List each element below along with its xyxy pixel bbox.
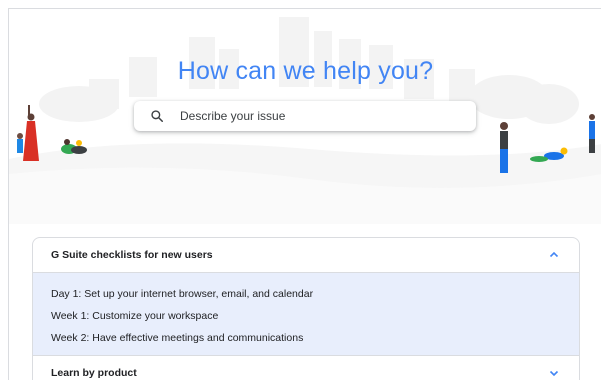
search-icon [151, 110, 164, 123]
help-center-page: How can we help you? Describe your issue… [8, 8, 601, 380]
section-header-learn-by-product[interactable]: Learn by product [33, 356, 579, 380]
hero-banner: How can we help you? Describe your issue [9, 9, 601, 224]
chevron-up-icon[interactable] [549, 250, 559, 260]
search-box[interactable]: Describe your issue [134, 101, 476, 131]
checklist-items: Day 1: Set up your internet browser, ema… [33, 272, 579, 356]
search-input[interactable]: Describe your issue [180, 109, 285, 123]
page-title: How can we help you? [177, 57, 434, 85]
chevron-down-icon[interactable] [549, 368, 559, 378]
checklist-item-week2[interactable]: Week 2: Have effective meetings and comm… [51, 332, 303, 344]
section-header-checklists[interactable]: G Suite checklists for new users [33, 238, 579, 272]
section-title: G Suite checklists for new users [51, 249, 213, 261]
help-topics-card: G Suite checklists for new users Day 1: … [32, 237, 580, 380]
section-title: Learn by product [51, 367, 137, 379]
checklist-item-day1[interactable]: Day 1: Set up your internet browser, ema… [51, 288, 313, 300]
checklist-item-week1[interactable]: Week 1: Customize your workspace [51, 310, 218, 322]
